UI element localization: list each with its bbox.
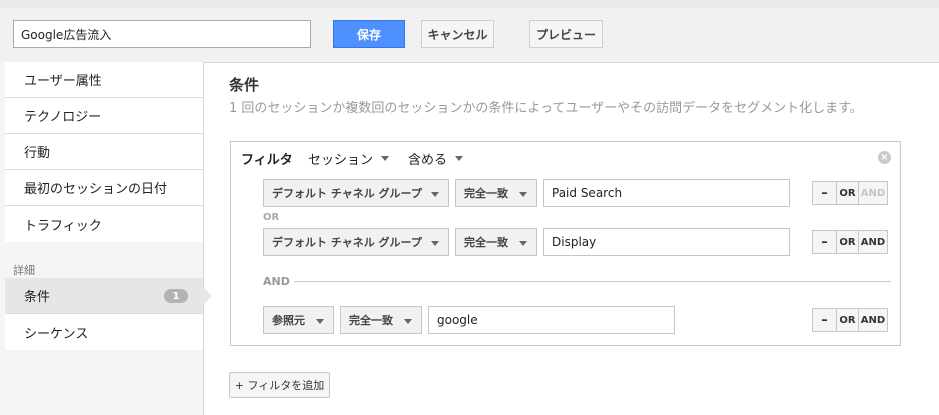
save-button[interactable]: 保存 — [333, 20, 405, 48]
sidebar-item-sequences[interactable]: シーケンス — [5, 314, 203, 350]
remove-condition-button[interactable]: – — [812, 181, 837, 205]
chevron-down-icon — [519, 192, 527, 197]
scope-dropdown[interactable]: セッション — [308, 149, 390, 168]
operator-select[interactable]: 完全一致 — [455, 179, 537, 207]
preview-button[interactable]: プレビュー — [529, 20, 603, 48]
operator-select[interactable]: 完全一致 — [455, 228, 537, 256]
chevron-down-icon — [455, 156, 464, 161]
page-description: 1 回のセッションか複数回のセッションかの条件によってユーザーやその訪問データを… — [229, 101, 863, 116]
condition-value-input[interactable] — [543, 179, 790, 207]
dimension-select[interactable]: デフォルト チャネル グループ — [263, 179, 449, 207]
page-title: 条件 — [229, 76, 260, 94]
add-and-button[interactable]: AND — [858, 230, 888, 254]
filter-heading: フィルタ — [241, 153, 293, 168]
add-and-button[interactable]: AND — [858, 181, 888, 205]
cancel-button[interactable]: キャンセル — [421, 20, 494, 48]
dimension-label: 参照元 — [272, 314, 305, 327]
chevron-down-icon — [431, 192, 439, 197]
segment-name-input[interactable] — [13, 20, 311, 48]
mode-dropdown[interactable]: 含める — [408, 149, 464, 168]
sidebar-item-label: 条件 — [24, 290, 51, 305]
and-separator: AND — [263, 275, 290, 288]
dimension-label: デフォルト チャネル グループ — [272, 187, 422, 200]
sidebar-item-behavior[interactable]: 行動 — [5, 134, 203, 170]
active-pointer-icon — [203, 287, 212, 305]
row-action-buttons: – OR AND — [812, 230, 888, 254]
or-separator: OR — [263, 212, 280, 223]
scope-label: セッション — [308, 153, 374, 168]
sidebar-item-conditions[interactable]: 条件 1 — [5, 278, 203, 314]
condition-value-input[interactable] — [428, 306, 675, 334]
chevron-down-icon — [519, 241, 527, 246]
operator-label: 完全一致 — [349, 314, 393, 327]
add-and-button[interactable]: AND — [858, 308, 888, 332]
chevron-down-icon — [381, 156, 390, 161]
dimension-label: デフォルト チャネル グループ — [272, 236, 422, 249]
sidebar-item-technology[interactable]: テクノロジー — [5, 98, 203, 134]
operator-label: 完全一致 — [464, 236, 508, 249]
add-or-button[interactable]: OR — [836, 308, 859, 332]
sidebar-item-label: テクノロジー — [24, 110, 102, 125]
sidebar-item-label: 行動 — [24, 146, 51, 161]
remove-condition-button[interactable]: – — [812, 230, 837, 254]
row-action-buttons: – OR AND — [812, 308, 888, 332]
operator-label: 完全一致 — [464, 187, 508, 200]
sidebar-item-label: トラフィック — [24, 218, 102, 234]
sidebar-item-label: シーケンス — [24, 326, 89, 342]
sidebar-item-demographics[interactable]: ユーザー属性 — [5, 62, 203, 98]
sidebar-item-label: ユーザー属性 — [24, 74, 102, 89]
mode-label: 含める — [408, 153, 448, 168]
add-or-button[interactable]: OR — [836, 181, 859, 205]
row-action-buttons: – OR AND — [812, 181, 888, 205]
sidebar-item-traffic[interactable]: トラフィック — [5, 206, 203, 242]
chevron-down-icon — [431, 241, 439, 246]
count-badge: 1 — [164, 289, 188, 303]
sidebar: ユーザー属性 テクノロジー 行動 最初のセッションの日付 トラフィック 詳細 条… — [0, 62, 204, 415]
dimension-select[interactable]: 参照元 — [263, 306, 334, 334]
remove-condition-button[interactable]: – — [812, 308, 837, 332]
add-or-button[interactable]: OR — [836, 230, 859, 254]
sidebar-item-first-session-date[interactable]: 最初のセッションの日付 — [5, 170, 203, 206]
dimension-select[interactable]: デフォルト チャネル グループ — [263, 228, 449, 256]
divider — [294, 281, 891, 282]
chevron-down-icon — [404, 319, 412, 324]
sidebar-item-label: 最初のセッションの日付 — [24, 182, 168, 197]
chevron-down-icon — [316, 319, 324, 324]
sidebar-advanced-heading: 詳細 — [13, 264, 35, 277]
condition-value-input[interactable] — [543, 228, 790, 256]
add-filter-button[interactable]: + フィルタを追加 — [229, 372, 330, 398]
close-icon[interactable]: × — [878, 151, 891, 164]
operator-select[interactable]: 完全一致 — [340, 306, 422, 334]
